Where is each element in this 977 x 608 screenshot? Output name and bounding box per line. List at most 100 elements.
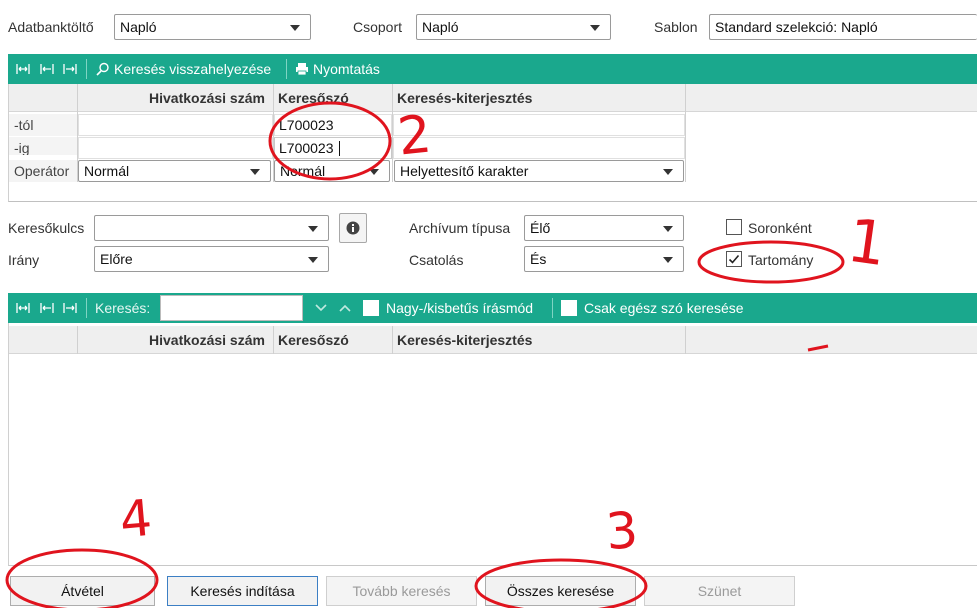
chevron-down-icon bbox=[250, 169, 260, 175]
toolbar-separator bbox=[86, 298, 87, 318]
search-key-label: Keresőkulcs bbox=[8, 220, 85, 236]
fit-columns-right-icon[interactable] bbox=[63, 301, 77, 315]
per-row-checkbox[interactable]: Soronként bbox=[726, 219, 826, 237]
from-keyword-value: L700023 bbox=[279, 117, 334, 133]
operator-keyword-select[interactable]: Normál bbox=[274, 160, 390, 182]
direction-value: Előre bbox=[100, 251, 133, 267]
direction-select[interactable]: Előre bbox=[94, 246, 329, 272]
print-label: Nyomtatás bbox=[313, 61, 380, 77]
from-extension-input[interactable] bbox=[393, 114, 685, 136]
reset-search-button[interactable]: Keresés visszahelyezése bbox=[94, 54, 274, 84]
archive-type-select[interactable]: Élő bbox=[524, 215, 684, 241]
find-input[interactable] bbox=[160, 295, 303, 321]
criteria-toolbar: Keresés visszahelyezése Nyomtatás bbox=[8, 54, 977, 84]
per-row-label: Soronként bbox=[748, 220, 812, 236]
group-value: Napló bbox=[422, 19, 459, 35]
accept-button[interactable]: Átvétel bbox=[10, 576, 155, 606]
chevron-down-icon bbox=[663, 169, 673, 175]
info-button[interactable] bbox=[339, 213, 367, 243]
databank-select[interactable]: Napló bbox=[114, 14, 311, 40]
results-toolbar: Keresés: Nagy-/kisbetűs írásmód Csak egé… bbox=[8, 293, 977, 323]
group-label: Csoport bbox=[353, 19, 403, 35]
archive-type-value: Élő bbox=[530, 220, 551, 236]
chevron-down-icon bbox=[308, 257, 318, 263]
fit-columns-right-icon[interactable] bbox=[63, 62, 77, 76]
continue-search-button[interactable]: Tovább keresés bbox=[326, 576, 477, 606]
col-search-extension: Keresés-kiterjesztés bbox=[397, 332, 533, 348]
operator-extension-value: Helyettesítő karakter bbox=[400, 163, 529, 179]
results-header: Hivatkozási szám Keresőszó Keresés-kiter… bbox=[9, 326, 977, 354]
fit-columns-left-icon[interactable] bbox=[40, 62, 54, 76]
chevron-down-icon bbox=[369, 169, 379, 175]
text-cursor bbox=[339, 141, 340, 156]
row-label-from-cell: -tól bbox=[9, 114, 77, 136]
checkmark-icon bbox=[728, 254, 740, 264]
template-label: Sablon bbox=[654, 19, 698, 35]
row-label-operator-cell: Operátor bbox=[9, 160, 77, 182]
case-sensitive-checkbox[interactable]: Nagy-/kisbetűs írásmód bbox=[363, 293, 553, 323]
range-label: Tartomány bbox=[748, 252, 814, 268]
toolbar-separator bbox=[86, 59, 87, 79]
template-value: Standard szelekció: Napló bbox=[715, 19, 878, 35]
from-reference-input[interactable] bbox=[78, 114, 273, 136]
row-label-operator: Operátor bbox=[14, 163, 70, 179]
results-grid: Hivatkozási szám Keresőszó Keresés-kiter… bbox=[8, 323, 977, 566]
find-label: Keresés: bbox=[95, 300, 151, 316]
pause-button[interactable]: Szünet bbox=[644, 576, 795, 606]
fit-columns-left-icon[interactable] bbox=[40, 301, 54, 315]
row-label-to: -ig bbox=[14, 140, 30, 155]
fit-columns-icon[interactable] bbox=[16, 301, 30, 315]
col-reference-number: Hivatkozási szám bbox=[149, 332, 265, 348]
whole-word-checkbox[interactable]: Csak egész szó keresése bbox=[561, 293, 761, 323]
chevron-down-icon bbox=[308, 226, 318, 232]
to-keyword-input[interactable]: L700023 bbox=[274, 137, 392, 159]
group-select[interactable]: Napló bbox=[416, 14, 611, 40]
print-button[interactable]: Nyomtatás bbox=[293, 54, 393, 84]
chevron-up-icon[interactable] bbox=[338, 301, 352, 315]
col-search-extension: Keresés-kiterjesztés bbox=[397, 90, 533, 106]
search-all-button[interactable]: Összes keresése bbox=[485, 576, 636, 606]
col-keyword: Keresőszó bbox=[278, 332, 349, 348]
annotation-number-1: 1 bbox=[843, 205, 891, 281]
grid-divider bbox=[392, 326, 393, 354]
case-sensitive-box bbox=[363, 300, 379, 316]
start-search-button[interactable]: Keresés indítása bbox=[167, 576, 318, 606]
link-select[interactable]: És bbox=[524, 246, 684, 272]
chevron-down-icon bbox=[290, 25, 300, 31]
fit-columns-icon[interactable] bbox=[16, 62, 30, 76]
operator-extension-select[interactable]: Helyettesítő karakter bbox=[394, 160, 684, 182]
template-select[interactable]: Standard szelekció: Napló bbox=[709, 14, 977, 40]
grid-divider bbox=[685, 84, 686, 182]
grid-divider bbox=[685, 326, 686, 354]
to-keyword-value: L700023 bbox=[279, 140, 334, 156]
operator-keyword-value: Normál bbox=[280, 163, 326, 179]
link-value: És bbox=[530, 251, 547, 267]
chevron-down-icon bbox=[663, 257, 673, 263]
to-extension-input[interactable] bbox=[393, 137, 685, 159]
toolbar-separator bbox=[552, 298, 553, 318]
range-checkbox[interactable]: Tartomány bbox=[726, 251, 826, 269]
search-key-select[interactable] bbox=[94, 215, 329, 241]
archive-type-label: Archívum típusa bbox=[409, 220, 511, 236]
databank-label: Adatbanktöltő bbox=[8, 19, 94, 35]
criteria-header: Hivatkozási szám Keresőszó Keresés-kiter… bbox=[9, 84, 977, 112]
grid-divider bbox=[273, 326, 274, 354]
range-box bbox=[726, 251, 742, 267]
to-reference-input[interactable] bbox=[78, 137, 273, 159]
grid-divider bbox=[77, 326, 78, 354]
col-reference-number: Hivatkozási szám bbox=[149, 90, 265, 106]
chevron-down-icon[interactable] bbox=[314, 301, 328, 315]
search-icon bbox=[96, 62, 109, 76]
chevron-down-icon bbox=[663, 226, 673, 232]
whole-word-label: Csak egész szó keresése bbox=[584, 300, 744, 316]
from-keyword-input[interactable]: L700023 bbox=[274, 114, 392, 136]
row-label-from: -tól bbox=[14, 117, 34, 133]
link-label: Csatolás bbox=[409, 252, 464, 268]
operator-reference-value: Normál bbox=[84, 163, 130, 179]
toolbar-separator bbox=[286, 59, 287, 79]
info-icon bbox=[346, 221, 360, 235]
direction-label: Irány bbox=[8, 252, 40, 268]
col-keyword: Keresőszó bbox=[278, 90, 349, 106]
operator-reference-select[interactable]: Normál bbox=[78, 160, 271, 182]
chevron-down-icon bbox=[590, 25, 600, 31]
